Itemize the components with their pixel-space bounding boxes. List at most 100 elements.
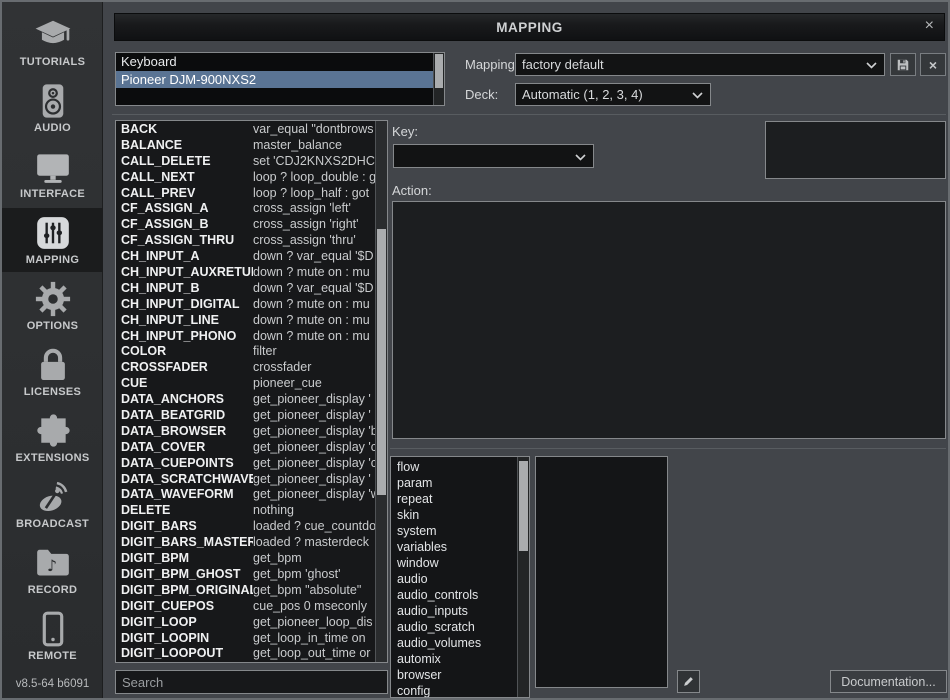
mapping-row[interactable]: DIGIT_BARS loaded ? cue_countdo — [116, 519, 375, 535]
mapping-row[interactable]: DIGIT_BPM_ORIGINAL get_bpm "absolute" — [116, 583, 375, 599]
mapping-key: CROSSFADER — [116, 360, 253, 376]
mapping-label: Mapping: — [465, 57, 518, 72]
documentation-button[interactable]: Documentation... — [830, 670, 947, 693]
mapping-row[interactable]: DIGIT_CUEPOS cue_pos 0 mseconly — [116, 599, 375, 615]
deck-select-value: Automatic (1, 2, 3, 4) — [522, 87, 643, 102]
sidebar-item-licenses[interactable]: LICENSES — [2, 340, 103, 404]
mapping-row[interactable]: CALL_PREV loop ? loop_half : got — [116, 186, 375, 202]
category-item[interactable]: config — [391, 683, 517, 697]
mapping-row[interactable]: CH_INPUT_PHONO down ? mute on : mu — [116, 329, 375, 345]
sliders-icon — [34, 214, 72, 252]
mapping-row[interactable]: BALANCE master_balance — [116, 138, 375, 154]
page-title: MAPPING — [496, 20, 563, 35]
sidebar-item-mapping[interactable]: MAPPING — [2, 208, 103, 272]
deck-select[interactable]: Automatic (1, 2, 3, 4) — [515, 83, 711, 106]
device-row[interactable]: Keyboard — [116, 53, 433, 71]
key-select[interactable] — [393, 144, 594, 168]
mapping-action: get_loop_in_time on — [253, 631, 375, 647]
mapping-row[interactable]: CALL_DELETE set 'CDJ2KNXS2DHC — [116, 154, 375, 170]
mapping-row[interactable]: CH_INPUT_A down ? var_equal '$D — [116, 249, 375, 265]
category-item[interactable]: flow — [391, 459, 517, 475]
mapping-action: get_pioneer_display 'c — [253, 440, 375, 456]
sidebar-item-label: EXTENSIONS — [2, 452, 103, 464]
mapping-row[interactable]: CH_INPUT_DIGITAL down ? mute on : mu — [116, 297, 375, 313]
mapping-key: DATA_ANCHORS — [116, 392, 253, 408]
close-icon[interactable]: × — [925, 17, 934, 35]
svg-text:♪: ♪ — [46, 556, 56, 575]
category-rows: flow param repeat skin system — [391, 459, 517, 697]
category-label: window — [397, 556, 439, 570]
category-item[interactable]: audio_controls — [391, 587, 517, 603]
mapping-action: get_pioneer_display ' — [253, 408, 375, 424]
mapping-row[interactable]: DELETE nothing — [116, 503, 375, 519]
sidebar-item-interface[interactable]: INTERFACE — [2, 142, 103, 206]
mapping-row[interactable]: DATA_WAVEFORM get_pioneer_display 'w — [116, 487, 375, 503]
mapping-row[interactable]: CUE pioneer_cue — [116, 376, 375, 392]
mapping-row[interactable]: DATA_COVER get_pioneer_display 'c — [116, 440, 375, 456]
mapping-list-scrollbar[interactable] — [375, 121, 387, 662]
save-mapping-button[interactable] — [890, 53, 916, 76]
device-row[interactable]: Pioneer DJM-900NXS2 — [116, 71, 433, 89]
mapping-row[interactable]: CH_INPUT_B down ? var_equal '$D — [116, 281, 375, 297]
mapping-row[interactable]: CH_INPUT_AUXRETURN down ? mute on : mu — [116, 265, 375, 281]
delete-mapping-button[interactable]: × — [920, 53, 946, 76]
mapping-row[interactable]: DIGIT_LOOP get_pioneer_loop_dis — [116, 615, 375, 631]
device-list-scrollbar[interactable] — [433, 53, 444, 105]
category-item[interactable]: audio_inputs — [391, 603, 517, 619]
category-list-scrollbar[interactable] — [517, 457, 529, 697]
category-item[interactable]: automix — [391, 651, 517, 667]
mapping-row[interactable]: DATA_CUEPOINTS get_pioneer_display 'c — [116, 456, 375, 472]
mapping-row[interactable]: CH_INPUT_LINE down ? mute on : mu — [116, 313, 375, 329]
action-editor[interactable] — [392, 201, 946, 439]
mapping-row[interactable]: DATA_BEATGRID get_pioneer_display ' — [116, 408, 375, 424]
mapping-row[interactable]: CF_ASSIGN_B cross_assign 'right' — [116, 217, 375, 233]
edit-button[interactable] — [677, 670, 700, 693]
mapping-row[interactable]: CF_ASSIGN_THRU cross_assign 'thru' — [116, 233, 375, 249]
search-input[interactable] — [115, 670, 388, 694]
mapping-key: CF_ASSIGN_A — [116, 201, 253, 217]
mapping-row[interactable]: DATA_ANCHORS get_pioneer_display ' — [116, 392, 375, 408]
category-item[interactable]: system — [391, 523, 517, 539]
device-name: Keyboard — [121, 54, 177, 69]
mapping-row[interactable]: DATA_BROWSER get_pioneer_display 'b — [116, 424, 375, 440]
sidebar-item-broadcast[interactable]: BROADCAST — [2, 472, 103, 536]
scrollbar-thumb[interactable] — [435, 54, 443, 88]
mapping-select[interactable]: factory default — [515, 53, 885, 76]
sidebar-item-extensions[interactable]: EXTENSIONS — [2, 406, 103, 470]
mapping-row[interactable]: COLOR filter — [116, 344, 375, 360]
mapping-row[interactable]: BACK var_equal "dontbrows — [116, 122, 375, 138]
category-item[interactable]: audio_scratch — [391, 619, 517, 635]
mapping-action: set 'CDJ2KNXS2DHC — [253, 154, 375, 170]
category-item[interactable]: param — [391, 475, 517, 491]
category-item[interactable]: audio_volumes — [391, 635, 517, 651]
category-item[interactable]: browser — [391, 667, 517, 683]
mapping-row[interactable]: CF_ASSIGN_A cross_assign 'left' — [116, 201, 375, 217]
mapping-row[interactable]: DIGIT_BARS_MASTER loaded ? masterdeck — [116, 535, 375, 551]
mapping-row[interactable]: DIGIT_BPM_GHOST get_bpm 'ghost' — [116, 567, 375, 583]
category-item[interactable]: variables — [391, 539, 517, 555]
scrollbar-thumb[interactable] — [519, 461, 528, 551]
sidebar-item-audio[interactable]: AUDIO — [2, 76, 103, 140]
satellite-icon — [34, 478, 72, 516]
category-item[interactable]: audio — [391, 571, 517, 587]
mapping-row[interactable]: DIGIT_LOOPIN get_loop_in_time on — [116, 631, 375, 647]
mapping-key: DIGIT_LOOPIN — [116, 631, 253, 647]
mapping-action: get_pioneer_display 'w — [253, 487, 375, 503]
sidebar-item-record[interactable]: ♪ RECORD — [2, 538, 103, 602]
mapping-row[interactable]: CROSSFADER crossfader — [116, 360, 375, 376]
mapping-row[interactable]: DIGIT_LOOPOUT get_loop_out_time or — [116, 646, 375, 662]
mapping-row[interactable]: CALL_NEXT loop ? loop_double : g — [116, 170, 375, 186]
sidebar-item-options[interactable]: OPTIONS — [2, 274, 103, 338]
mapping-action: get_bpm — [253, 551, 375, 567]
category-item[interactable]: skin — [391, 507, 517, 523]
mapping-key: CH_INPUT_LINE — [116, 313, 253, 329]
mapping-row[interactable]: DIGIT_BPM get_bpm — [116, 551, 375, 567]
category-item[interactable]: repeat — [391, 491, 517, 507]
sidebar-item-tutorials[interactable]: TUTORIALS — [2, 10, 103, 74]
sidebar-item-remote[interactable]: REMOTE — [2, 604, 103, 668]
mapping-key: DIGIT_LOOP — [116, 615, 253, 631]
mapping-row[interactable]: DATA_SCRATCHWAVE get_pioneer_display ' — [116, 472, 375, 488]
scrollbar-thumb[interactable] — [377, 229, 386, 495]
category-item[interactable]: window — [391, 555, 517, 571]
category-label: audio_inputs — [397, 604, 468, 618]
